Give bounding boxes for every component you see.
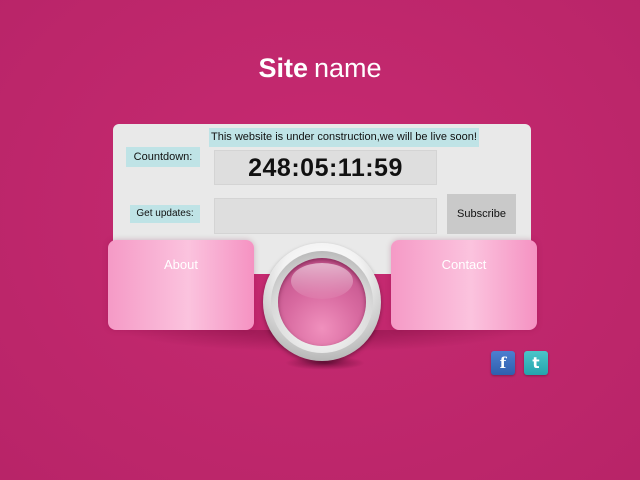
page: Site name This website is under construct… [0,0,640,480]
twitter-icon[interactable]: t [524,351,548,375]
email-input[interactable] [214,198,437,234]
get-updates-label: Get updates: [130,205,200,223]
about-label: About [164,257,198,272]
subscribe-button[interactable]: Subscribe [447,194,516,234]
round-pink-button[interactable] [263,243,381,361]
construction-notice: This website is under construction,we wi… [209,128,479,147]
site-title-bold: Site [258,53,308,83]
contact-label: Contact [441,257,487,272]
contact-card[interactable]: Contact [391,240,537,330]
site-title-light: name [313,53,382,83]
countdown-label: Countdown: [126,147,200,167]
facebook-icon[interactable]: f [491,351,515,375]
site-title: Site name [0,52,640,84]
round-button-gloss [291,263,353,299]
about-card[interactable]: About [108,240,254,330]
countdown-timer: 248:05:11:59 [214,150,437,185]
